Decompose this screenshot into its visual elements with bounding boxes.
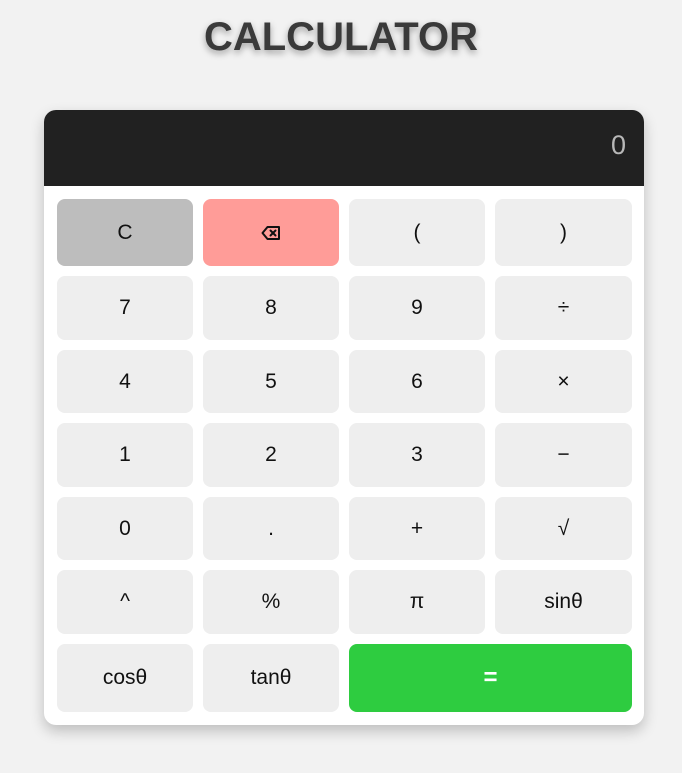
cos-button[interactable]: cosθ xyxy=(57,644,193,712)
sin-button[interactable]: sinθ xyxy=(495,570,632,634)
power-button[interactable]: ^ xyxy=(57,570,193,634)
clear-button[interactable]: C xyxy=(57,199,193,266)
digit-1-button[interactable]: 1 xyxy=(57,423,193,487)
display-value: 0 xyxy=(44,110,644,186)
digit-4-button[interactable]: 4 xyxy=(57,350,193,413)
digit-8-button[interactable]: 8 xyxy=(203,276,339,340)
calculator-panel: 0 C ( ) 7 8 9 ÷ 4 5 6 × 1 2 3 − 0 . + √ … xyxy=(44,110,644,725)
equals-button[interactable]: = xyxy=(349,644,632,712)
digit-2-button[interactable]: 2 xyxy=(203,423,339,487)
decimal-button[interactable]: . xyxy=(203,497,339,560)
add-button[interactable]: + xyxy=(349,497,485,560)
multiply-button[interactable]: × xyxy=(495,350,632,413)
open-paren-button[interactable]: ( xyxy=(349,199,485,266)
digit-5-button[interactable]: 5 xyxy=(203,350,339,413)
divide-button[interactable]: ÷ xyxy=(495,276,632,340)
digit-6-button[interactable]: 6 xyxy=(349,350,485,413)
digit-3-button[interactable]: 3 xyxy=(349,423,485,487)
subtract-button[interactable]: − xyxy=(495,423,632,487)
sqrt-button[interactable]: √ xyxy=(495,497,632,560)
page-title: CALCULATOR xyxy=(203,15,479,59)
close-paren-button[interactable]: ) xyxy=(495,199,632,266)
percent-button[interactable]: % xyxy=(203,570,339,634)
pi-button[interactable]: π xyxy=(349,570,485,634)
digit-0-button[interactable]: 0 xyxy=(57,497,193,560)
backspace-icon xyxy=(261,225,281,241)
digit-7-button[interactable]: 7 xyxy=(57,276,193,340)
backspace-button[interactable] xyxy=(203,199,339,266)
digit-9-button[interactable]: 9 xyxy=(349,276,485,340)
tan-button[interactable]: tanθ xyxy=(203,644,339,712)
